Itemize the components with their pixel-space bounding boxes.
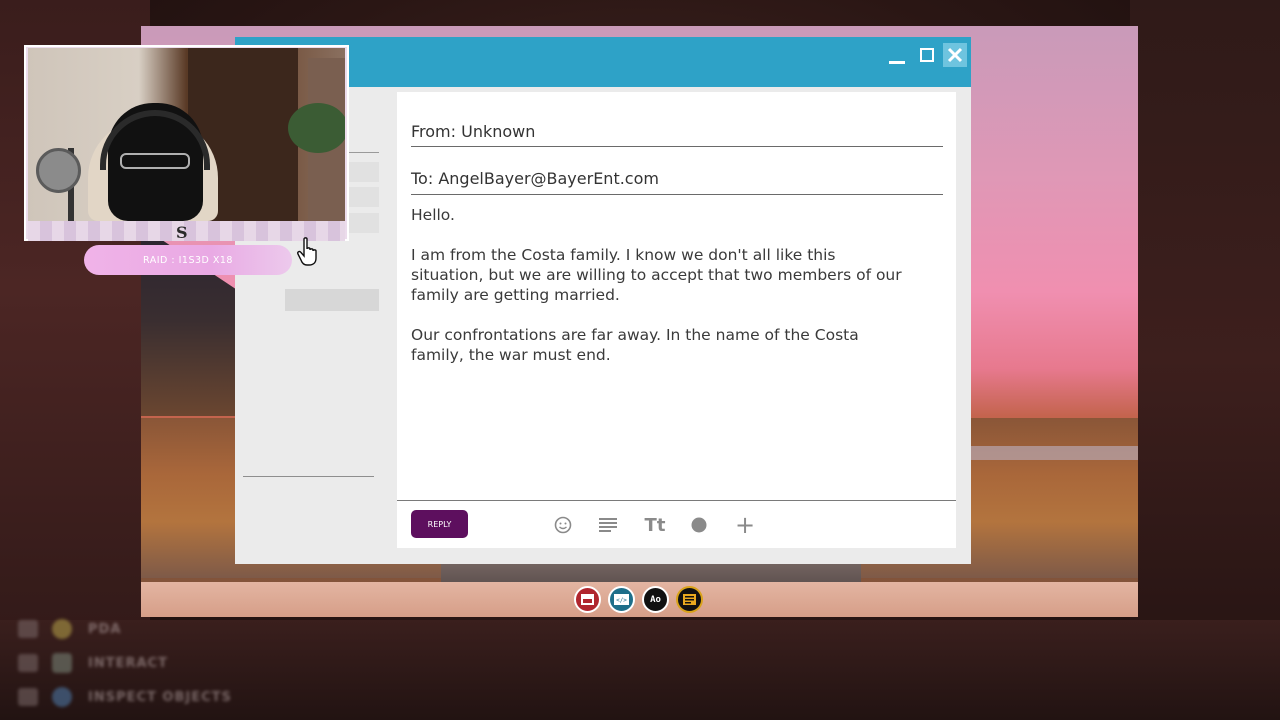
- text-size-icon[interactable]: Tt: [641, 513, 669, 537]
- font-app-icon[interactable]: Ao: [642, 586, 669, 613]
- sidebar-item[interactable]: [347, 187, 379, 207]
- add-icon[interactable]: +: [733, 511, 757, 539]
- code-app-icon[interactable]: </>: [608, 586, 635, 613]
- maximize-icon: [920, 48, 934, 62]
- key-icon: [18, 654, 38, 672]
- sidebar-item[interactable]: [347, 162, 379, 182]
- emoji-icon[interactable]: [551, 513, 575, 537]
- mail-body: Hello. I am from the Costa family. I kno…: [411, 205, 911, 385]
- button-icon: [52, 619, 72, 639]
- wallpaper-water: [968, 446, 1138, 460]
- minimize-button[interactable]: [885, 43, 909, 67]
- webcam-feed: [28, 48, 345, 221]
- sidebar-item-selected[interactable]: [285, 289, 379, 311]
- microphone-icon: [36, 148, 81, 193]
- sidebar-divider: [345, 152, 379, 153]
- mail-greeting: Hello.: [411, 206, 455, 224]
- to-label: To: AngelBayer@BayerEnt.com: [411, 169, 659, 188]
- hint-label: INSPECT OBJECTS: [88, 689, 232, 705]
- sidebar-item[interactable]: [347, 213, 379, 233]
- room-background-right: [1130, 0, 1280, 720]
- mail-content: From: Unknown To: AngelBayer@BayerEnt.co…: [397, 92, 956, 547]
- close-button[interactable]: [943, 43, 967, 67]
- mail-app-icon[interactable]: [574, 586, 601, 613]
- streamer-logo: S: [176, 223, 188, 242]
- mail-paragraph: I am from the Costa family. I know we do…: [411, 246, 902, 304]
- control-hints: PDA INTERACT INSPECT OBJECTS: [18, 612, 232, 714]
- field-divider: [411, 194, 943, 195]
- maximize-button[interactable]: [915, 43, 939, 67]
- minimize-icon: [889, 60, 905, 64]
- record-icon[interactable]: [687, 513, 711, 537]
- terminal-app-icon[interactable]: [676, 586, 703, 613]
- key-icon: [18, 620, 38, 638]
- svg-text:</>: </>: [616, 597, 627, 604]
- button-icon: [52, 653, 72, 673]
- field-divider: [411, 146, 943, 147]
- hand-cursor-icon: [297, 237, 317, 266]
- sidebar-divider: [243, 476, 374, 477]
- align-icon[interactable]: [596, 513, 620, 537]
- button-icon: [52, 687, 72, 707]
- mail-paragraph: Our confrontations are far away. In the …: [411, 326, 859, 364]
- hint-row: PDA: [18, 612, 232, 646]
- taskbar: [141, 582, 1138, 617]
- glasses-icon: [120, 153, 190, 169]
- hint-label: INTERACT: [88, 655, 168, 671]
- key-icon: [18, 688, 38, 706]
- reply-button[interactable]: REPLY: [411, 510, 468, 538]
- from-label: From: Unknown: [411, 122, 536, 141]
- hint-row: INTERACT: [18, 646, 232, 680]
- compose-toolbar: REPLY Tt +: [397, 500, 956, 548]
- hint-label: PDA: [88, 621, 122, 637]
- hint-row: INSPECT OBJECTS: [18, 680, 232, 714]
- webcam-plant: [288, 103, 345, 153]
- close-icon: [947, 47, 963, 63]
- raid-banner: RAID : I1S3D X18: [84, 245, 292, 275]
